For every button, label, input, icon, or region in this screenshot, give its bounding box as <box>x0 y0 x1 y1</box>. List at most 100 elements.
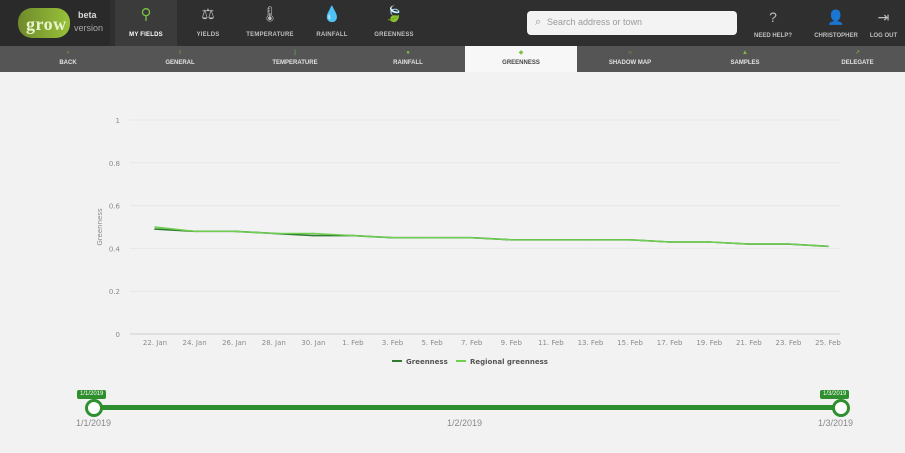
y-tick-label: 0.8 <box>109 160 120 168</box>
beta-badge: beta <box>78 10 97 20</box>
nav-label: NEED HELP? <box>753 33 792 39</box>
nav-label: LOG OUT <box>869 33 898 39</box>
series-line-regional-greenness <box>154 226 829 247</box>
data-point <box>431 236 433 239</box>
map-pin-icon: ⚲ <box>140 6 152 23</box>
data-point <box>708 241 711 243</box>
data-point <box>827 245 829 248</box>
tab-greenness[interactable]: ◆ GREENNESS <box>465 46 577 72</box>
tab-label: RAINFALL <box>393 60 423 66</box>
nav-item-temperature[interactable]: 🌡 TEMPERATURE <box>239 0 301 46</box>
x-tick-label: 25. Feb <box>815 339 841 347</box>
x-tick-label: 7. Feb <box>461 339 483 347</box>
back-icon: ‹ <box>67 50 69 56</box>
nav-item-label: YIELDS <box>196 32 220 38</box>
tab-label: GENERAL <box>165 60 195 66</box>
data-point <box>391 236 394 239</box>
x-tick-label: 17. Feb <box>657 339 683 347</box>
tab-label: DELEGATE <box>841 60 874 66</box>
date-range-end-handle[interactable] <box>832 399 850 417</box>
tab-delegate[interactable]: ↗ DELEGATE <box>810 46 905 72</box>
tab-general[interactable]: i GENERAL <box>130 46 230 72</box>
data-point <box>312 234 315 237</box>
data-point <box>193 230 196 233</box>
x-tick-label: 19. Feb <box>696 339 722 347</box>
tab-temperature[interactable]: | TEMPERATURE <box>245 46 345 72</box>
data-point <box>589 239 592 241</box>
data-point <box>787 243 790 245</box>
data-point <box>154 228 156 230</box>
version-label: version <box>74 23 104 33</box>
data-point <box>352 234 354 237</box>
y-tick-label: 0 <box>116 331 120 339</box>
x-tick-label: 9. Feb <box>501 339 523 347</box>
info-icon: i <box>179 50 181 56</box>
x-tick-label: 5. Feb <box>421 339 443 347</box>
legend-label: Regional greenness <box>470 358 548 366</box>
nav-item-rainfall[interactable]: 💧 RAINFALL <box>301 0 363 46</box>
data-point <box>748 243 750 245</box>
data-point <box>510 239 513 241</box>
droplet-icon: ● <box>406 50 410 56</box>
logout-icon: ⇥ <box>877 9 890 25</box>
data-point <box>668 241 671 243</box>
nav-log-out[interactable]: ⇥ LOG OUT <box>862 0 905 46</box>
data-point <box>312 232 315 235</box>
data-point <box>550 239 552 241</box>
nav-item-label: TEMPERATURE <box>246 32 294 38</box>
nav-item-greenness[interactable]: 🍃 GREENNESS <box>363 0 425 46</box>
slider-label-end: 1/3/2019 <box>818 418 854 428</box>
series-line-greenness <box>154 228 829 248</box>
x-tick-label: 23. Feb <box>776 339 802 347</box>
y-tick-label: 0.4 <box>109 245 121 253</box>
tab-label: TEMPERATURE <box>272 60 318 66</box>
leaf-icon: 🍃 <box>384 6 404 23</box>
greenness-chart: 0 0.2 0.4 0.6 0.8 1 Greenness 22. Jan 24. Jan 26.… <box>0 72 905 448</box>
scales-icon: ⚖ <box>201 6 215 23</box>
tab-samples[interactable]: ▲ SAMPLES <box>695 46 795 72</box>
data-point <box>470 236 473 239</box>
x-tick-label: 11. Feb <box>538 339 564 347</box>
tab-label: SHADOW MAP <box>608 60 652 66</box>
search-placeholder: Search address or town <box>547 17 643 27</box>
y-tick-label: 1 <box>116 117 120 125</box>
nav-item-label: MY FIELDS <box>129 32 163 38</box>
logo-word: grow <box>26 14 67 34</box>
search-input[interactable]: ⌕ Search address or town <box>527 11 737 35</box>
slider-end-badge: 1/3/2019 <box>820 390 850 399</box>
x-tick-label: 22. Jan <box>143 339 167 347</box>
sun-icon: ○ <box>628 50 632 56</box>
nav-item-yields[interactable]: ⚖ YIELDS <box>177 0 239 46</box>
logo[interactable]: grow beta version <box>0 0 110 46</box>
tab-label: SAMPLES <box>730 60 760 66</box>
nav-need-help[interactable]: ? NEED HELP? <box>743 0 803 46</box>
top-navigation-bar: grow beta version ⚲ MY FIELDS ⚖ YIELDS 🌡 TEMP… <box>0 0 905 46</box>
tab-rainfall[interactable]: ● RAINFALL <box>358 46 458 72</box>
field-tab-bar: ‹ BACK i GENERAL | TEMPERATURE ● RAINFALL ◆ GREEN… <box>0 46 905 72</box>
x-tick-label: 3. Feb <box>382 339 404 347</box>
nav-item-label: RAINFALL <box>316 32 348 38</box>
help-icon: ? <box>769 9 777 25</box>
nav-item-my-fields[interactable]: ⚲ MY FIELDS <box>115 0 177 46</box>
thermometer-icon: 🌡 <box>260 6 280 23</box>
x-tick-label: 13. Feb <box>578 339 604 347</box>
tab-shadow-map[interactable]: ○ SHADOW MAP <box>580 46 680 72</box>
nav-christopher[interactable]: 👤 CHRISTOPHER <box>806 0 866 46</box>
x-tick-label: 24. Jan <box>183 339 207 347</box>
nav-label: CHRISTOPHER <box>814 33 858 39</box>
tab-label: BACK <box>59 60 77 66</box>
tab-back[interactable]: ‹ BACK <box>18 46 118 72</box>
x-tick-label: 26. Jan <box>222 339 246 347</box>
share-icon: ↗ <box>854 50 861 56</box>
user-icon: 👤 <box>827 9 845 25</box>
thermometer-icon: | <box>294 50 296 56</box>
x-tick-label: 1. Feb <box>342 339 364 347</box>
droplet-icon: 💧 <box>322 6 342 23</box>
x-tick-label: 15. Feb <box>617 339 643 347</box>
x-tick-label: 21. Feb <box>736 339 762 347</box>
date-range-track[interactable] <box>92 405 840 410</box>
data-point <box>629 239 631 241</box>
y-tick-label: 0.6 <box>109 203 121 211</box>
leaf-icon: ◆ <box>518 50 524 56</box>
date-range-start-handle[interactable] <box>85 399 103 417</box>
